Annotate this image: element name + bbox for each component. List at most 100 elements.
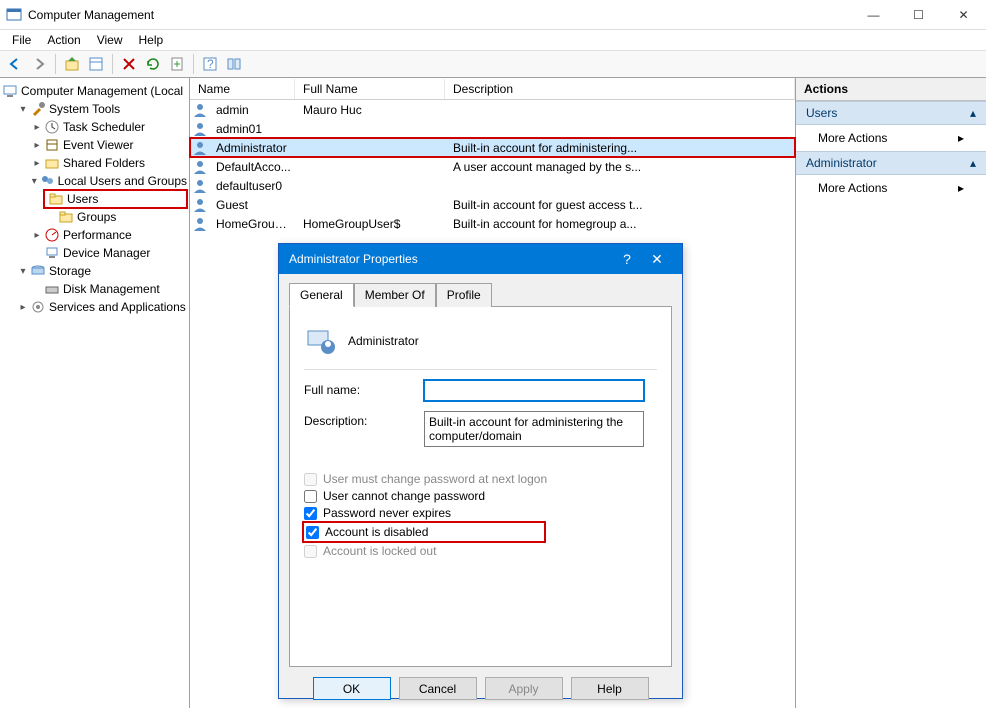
- cell-name: defaultuser0: [210, 179, 297, 193]
- device-icon: [44, 245, 60, 261]
- forward-button[interactable]: [28, 53, 50, 75]
- folder-icon: [48, 191, 64, 207]
- tree-device-manager[interactable]: Device Manager: [30, 244, 187, 262]
- cell-name: admin01: [210, 122, 297, 136]
- user-row[interactable]: defaultuser0: [190, 176, 795, 195]
- user-large-icon: [304, 325, 336, 357]
- user-icon: [192, 140, 208, 156]
- minimize-button[interactable]: —: [851, 0, 896, 29]
- user-icon: [192, 102, 208, 118]
- cell-description: Built-in account for administering...: [447, 141, 795, 155]
- show-hide-button[interactable]: [223, 53, 245, 75]
- help-button[interactable]: Help: [571, 677, 649, 700]
- tree-storage[interactable]: ▾Storage: [16, 262, 187, 280]
- checkbox-locked-out: Account is locked out: [304, 544, 657, 558]
- toolbar: ?: [0, 50, 986, 78]
- refresh-button[interactable]: [142, 53, 164, 75]
- clock-icon: [44, 119, 60, 135]
- tab-profile[interactable]: Profile: [436, 283, 492, 307]
- actions-section-administrator[interactable]: Administrator▴: [796, 151, 986, 175]
- menu-help[interactable]: Help: [131, 31, 172, 49]
- cell-name: Administrator: [210, 141, 297, 155]
- column-fullname[interactable]: Full Name: [295, 79, 445, 99]
- tree-shared-folders[interactable]: ▸Shared Folders: [30, 154, 187, 172]
- collapse-icon: ▴: [970, 106, 976, 120]
- cell-name: DefaultAcco...: [210, 160, 297, 174]
- cancel-button[interactable]: Cancel: [399, 677, 477, 700]
- tree-groups[interactable]: Groups: [44, 208, 187, 226]
- storage-icon: [30, 263, 46, 279]
- up-button[interactable]: [61, 53, 83, 75]
- export-button[interactable]: [166, 53, 188, 75]
- cell-description: Built-in account for guest access t...: [447, 198, 795, 212]
- navigation-tree: Computer Management (Local ▾System Tools…: [0, 78, 190, 708]
- menu-action[interactable]: Action: [39, 31, 88, 49]
- actions-more-administrator[interactable]: More Actions▸: [796, 175, 986, 201]
- collapse-icon: ▴: [970, 156, 976, 170]
- checkbox-account-disabled[interactable]: Account is disabled: [304, 523, 544, 541]
- user-row[interactable]: HomeGroup...HomeGroupUser$Built-in accou…: [190, 214, 795, 233]
- apply-button[interactable]: Apply: [485, 677, 563, 700]
- dialog-titlebar[interactable]: Administrator Properties ? ✕: [279, 244, 682, 274]
- user-icon: [192, 197, 208, 213]
- cell-description: A user account managed by the s...: [447, 160, 795, 174]
- dialog-close-button[interactable]: ✕: [642, 251, 672, 268]
- tree-services-apps[interactable]: ▸Services and Applications: [16, 298, 187, 316]
- checkbox-must-change: User must change password at next logon: [304, 472, 657, 486]
- cell-name: Guest: [210, 198, 297, 212]
- folder-share-icon: [44, 155, 60, 171]
- tree-disk-management[interactable]: Disk Management: [30, 280, 187, 298]
- tree-users[interactable]: Users: [44, 190, 187, 208]
- actions-more-users[interactable]: More Actions▸: [796, 125, 986, 151]
- svg-text:?: ?: [207, 57, 214, 71]
- dialog-help-button[interactable]: ?: [612, 251, 642, 267]
- close-button[interactable]: ✕: [941, 0, 986, 29]
- services-icon: [30, 299, 46, 315]
- menubar: File Action View Help: [0, 30, 986, 50]
- description-label: Description:: [304, 411, 424, 428]
- cell-fullname: HomeGroupUser$: [297, 217, 447, 231]
- properties-dialog: Administrator Properties ? ✕ General Mem…: [278, 243, 683, 699]
- cell-name: HomeGroup...: [210, 217, 297, 231]
- tree-system-tools[interactable]: ▾System Tools: [16, 100, 187, 118]
- fullname-label: Full name:: [304, 380, 424, 397]
- delete-button[interactable]: [118, 53, 140, 75]
- fullname-input[interactable]: [424, 380, 644, 401]
- menu-view[interactable]: View: [89, 31, 131, 49]
- actions-panel: Actions Users▴ More Actions▸ Administrat…: [796, 78, 986, 708]
- window-title: Computer Management: [28, 8, 851, 22]
- column-description[interactable]: Description: [445, 79, 795, 99]
- dialog-tabs: General Member Of Profile: [289, 282, 672, 307]
- checkbox-never-expires[interactable]: Password never expires: [304, 506, 657, 520]
- user-icon: [192, 159, 208, 175]
- user-row[interactable]: DefaultAcco... A user account managed by …: [190, 157, 795, 176]
- tree-performance[interactable]: ▸Performance: [30, 226, 187, 244]
- tab-member-of[interactable]: Member Of: [354, 283, 436, 307]
- chevron-right-icon: ▸: [958, 181, 964, 195]
- tree-local-users-groups[interactable]: ▾Local Users and Groups: [30, 172, 187, 190]
- ok-button[interactable]: OK: [313, 677, 391, 700]
- tab-general[interactable]: General: [289, 283, 354, 307]
- tools-icon: [30, 101, 46, 117]
- user-row[interactable]: Administrator Built-in account for admini…: [190, 138, 795, 157]
- user-row[interactable]: admin01: [190, 119, 795, 138]
- tree-root[interactable]: Computer Management (Local: [2, 82, 187, 100]
- cell-name: admin: [210, 103, 297, 117]
- list-header: Name Full Name Description: [190, 78, 795, 100]
- maximize-button[interactable]: ☐: [896, 0, 941, 29]
- user-row[interactable]: Guest Built-in account for guest access t…: [190, 195, 795, 214]
- actions-section-users[interactable]: Users▴: [796, 101, 986, 125]
- user-icon: [192, 121, 208, 137]
- user-row[interactable]: adminMauro Huc: [190, 100, 795, 119]
- tree-event-viewer[interactable]: ▸Event Viewer: [30, 136, 187, 154]
- tree-task-scheduler[interactable]: ▸Task Scheduler: [30, 118, 187, 136]
- column-name[interactable]: Name: [190, 79, 295, 99]
- back-button[interactable]: [4, 53, 26, 75]
- menu-file[interactable]: File: [4, 31, 39, 49]
- properties-button[interactable]: [85, 53, 107, 75]
- description-input[interactable]: [424, 411, 644, 447]
- help-button[interactable]: ?: [199, 53, 221, 75]
- actions-header: Actions: [796, 78, 986, 101]
- checkbox-cannot-change[interactable]: User cannot change password: [304, 489, 657, 503]
- folder-icon: [58, 209, 74, 225]
